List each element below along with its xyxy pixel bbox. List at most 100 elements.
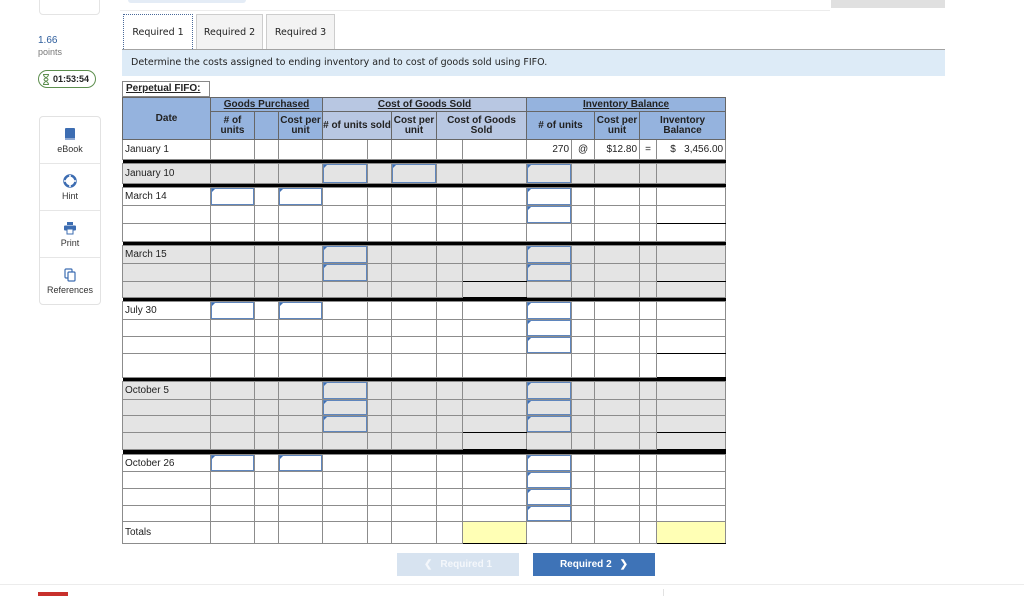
input-ib-units[interactable]: [528, 321, 571, 335]
input-box[interactable]: [527, 455, 572, 471]
input-box[interactable]: [527, 416, 572, 432]
input-gp-units[interactable]: [212, 303, 253, 318]
input-ib-units[interactable]: [528, 303, 571, 318]
input-box[interactable]: [527, 506, 572, 521]
input-box[interactable]: [527, 206, 572, 223]
cell-ib-units[interactable]: [526, 471, 573, 489]
cell-cogs-cost[interactable]: [391, 163, 437, 184]
input-box[interactable]: [323, 382, 367, 399]
references-button[interactable]: References: [40, 258, 100, 304]
input-ib-units[interactable]: [528, 338, 571, 352]
input-gp-units[interactable]: [212, 456, 253, 470]
input-box[interactable]: [279, 302, 322, 319]
input-box[interactable]: [279, 455, 322, 471]
input-box[interactable]: [527, 246, 572, 263]
input-ib-units[interactable]: [528, 247, 571, 262]
input-ib-units[interactable]: [528, 189, 571, 204]
input-cogs-units[interactable]: [324, 165, 366, 182]
cell-cogs-units[interactable]: [322, 245, 368, 264]
ebook-button[interactable]: eBook: [40, 117, 100, 164]
input-box[interactable]: [527, 320, 572, 336]
cell-ib-units[interactable]: [526, 263, 573, 282]
input-box[interactable]: [323, 164, 367, 183]
cell-ib-units[interactable]: [526, 336, 573, 354]
input-box[interactable]: [527, 164, 572, 183]
cell-ib-units[interactable]: [526, 319, 573, 337]
input-cogs-cost[interactable]: [393, 165, 435, 182]
cell-gp-cost[interactable]: [278, 301, 323, 320]
tab-required-3[interactable]: Required 3: [266, 14, 335, 49]
input-cogs-units[interactable]: [324, 265, 366, 280]
cell-ib-units[interactable]: [526, 205, 573, 224]
input-cogs-units[interactable]: [324, 383, 366, 398]
totals-cell-gp-cost: [278, 521, 323, 544]
tab-required-2[interactable]: Required 2: [196, 14, 263, 49]
input-box[interactable]: [323, 416, 367, 432]
input-box[interactable]: [392, 164, 436, 183]
cell-gp-units[interactable]: [210, 301, 255, 320]
input-ib-units[interactable]: [528, 490, 571, 504]
cell-ib-units[interactable]: [526, 187, 573, 206]
print-button[interactable]: Print: [40, 211, 100, 258]
input-cogs-units[interactable]: [324, 247, 366, 262]
input-gp-units[interactable]: [212, 189, 253, 204]
tab-required-1[interactable]: Required 1: [123, 14, 193, 49]
input-box[interactable]: [527, 400, 572, 415]
totals-cell-cogs-eq: [436, 521, 463, 544]
cell-cogs-total: [461, 415, 528, 433]
input-box[interactable]: [323, 246, 367, 263]
input-ib-units[interactable]: [528, 473, 571, 487]
input-ib-units[interactable]: [528, 207, 571, 222]
cell-ib-units[interactable]: [526, 399, 573, 416]
cell-ib-units[interactable]: [526, 381, 573, 400]
cell-ib-total: [656, 399, 727, 416]
cell-cogs-units[interactable]: [322, 399, 368, 416]
cell-gp-cost[interactable]: [278, 187, 323, 206]
cell-gp-units[interactable]: [210, 187, 255, 206]
input-box[interactable]: [211, 188, 254, 205]
cell-ib-units[interactable]: [526, 505, 573, 522]
cell-cogs-units[interactable]: [322, 381, 368, 400]
input-box[interactable]: [527, 337, 572, 353]
cell-cogs-units[interactable]: [322, 163, 368, 184]
input-ib-units[interactable]: [528, 165, 571, 182]
input-box[interactable]: [279, 188, 322, 205]
input-box[interactable]: [527, 188, 572, 205]
cell-gp-cost[interactable]: [278, 454, 323, 472]
input-gp-cost[interactable]: [280, 303, 321, 318]
hint-button[interactable]: Hint: [40, 164, 100, 211]
cell-cogs-units[interactable]: [322, 415, 368, 433]
input-box[interactable]: [211, 302, 254, 319]
cell-gp-cost: [278, 471, 323, 489]
cell-ib-units[interactable]: [526, 454, 573, 472]
cell-cogs-units[interactable]: [322, 263, 368, 282]
input-ib-units[interactable]: [528, 383, 571, 398]
cell-ib-units[interactable]: [526, 301, 573, 320]
input-box[interactable]: [527, 302, 572, 319]
input-ib-units[interactable]: [528, 401, 571, 414]
input-ib-units[interactable]: [528, 417, 571, 431]
cell-ib-units[interactable]: [526, 163, 573, 184]
input-ib-units[interactable]: [528, 456, 571, 470]
input-box[interactable]: [527, 472, 572, 488]
input-box[interactable]: [323, 400, 367, 415]
cell-ib-units[interactable]: [526, 245, 573, 264]
prev-required-button[interactable]: ❮ Required 1: [397, 553, 519, 576]
input-box[interactable]: [527, 382, 572, 399]
input-box[interactable]: [211, 455, 254, 471]
input-gp-cost[interactable]: [280, 456, 321, 470]
next-required-button[interactable]: Required 2 ❯: [533, 553, 655, 576]
input-box[interactable]: [323, 264, 367, 281]
input-ib-units[interactable]: [528, 507, 571, 520]
input-box[interactable]: [527, 264, 572, 281]
cell-ib-units[interactable]: [526, 488, 573, 506]
input-cogs-units[interactable]: [324, 401, 366, 414]
cell-ib-at: [571, 381, 596, 400]
input-ib-units[interactable]: [528, 265, 571, 280]
cell-ib-units[interactable]: [526, 415, 573, 433]
input-cogs-units[interactable]: [324, 417, 366, 431]
header-goods-purchased: Goods Purchased: [210, 97, 323, 112]
input-gp-cost[interactable]: [280, 189, 321, 204]
cell-gp-units[interactable]: [210, 454, 255, 472]
input-box[interactable]: [527, 489, 572, 505]
